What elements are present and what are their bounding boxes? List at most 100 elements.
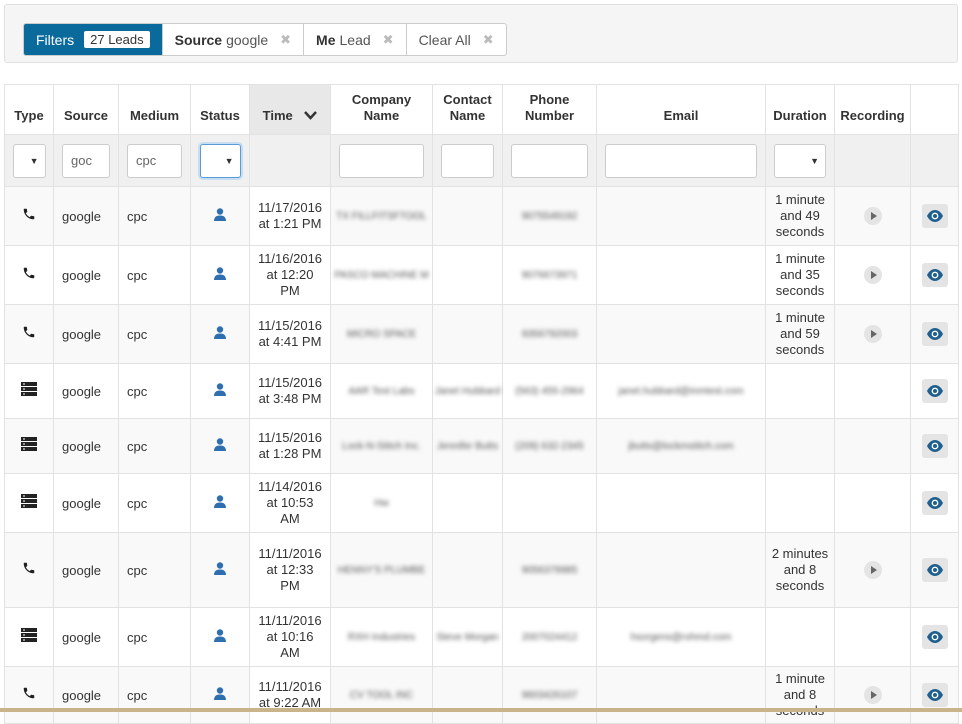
col-time-label: Time <box>262 108 293 123</box>
type-cell <box>4 532 54 608</box>
col-recording[interactable]: Recording <box>834 84 911 135</box>
col-status[interactable]: Status <box>190 84 250 135</box>
person-icon[interactable] <box>214 561 226 579</box>
company-cell: Lock-N-Stitch Inc. <box>330 418 433 474</box>
contact-filter-input[interactable] <box>441 143 494 178</box>
contact-cell <box>432 473 503 533</box>
time-cell: 11/11/2016 at 10:16 AM <box>249 607 331 667</box>
phone-cell: 9603426107 <box>502 666 597 724</box>
phone-filter-input[interactable] <box>511 143 588 178</box>
type-cell <box>4 304 54 364</box>
table-row[interactable]: google cpc 11/11/2016 at 10:16 AM RXH Indus… <box>4 607 959 667</box>
form-icon <box>21 437 37 455</box>
table-row[interactable]: google cpc 11/17/2016 at 1:21 PM TX FILLFIT… <box>4 186 959 246</box>
view-eye-icon[interactable] <box>921 625 948 649</box>
person-icon[interactable] <box>214 325 226 343</box>
medium-filter-input[interactable] <box>127 143 182 178</box>
actions-cell <box>910 245 959 305</box>
source-cell: google <box>53 666 119 724</box>
status-cell <box>190 186 250 246</box>
phone-cell: 9075549192 <box>502 186 597 246</box>
remove-chip-icon[interactable]: ✖ <box>383 32 394 48</box>
filter-chip-me[interactable]: Me Lead ✖ <box>303 24 406 55</box>
view-eye-icon[interactable] <box>921 204 948 228</box>
col-type[interactable]: Type <box>4 84 54 135</box>
view-eye-icon[interactable] <box>921 379 948 403</box>
view-eye-icon[interactable] <box>921 558 948 582</box>
col-company[interactable]: Company Name <box>330 84 433 135</box>
col-duration[interactable]: Duration <box>765 84 835 135</box>
play-icon[interactable] <box>863 686 882 704</box>
remove-chip-icon[interactable]: ✖ <box>280 32 291 48</box>
clear-all-button[interactable]: Clear All ✖ <box>405 24 506 55</box>
duration-cell <box>765 607 835 667</box>
type-filter-select[interactable]: ▼ <box>12 143 46 178</box>
actions-cell <box>910 666 959 724</box>
table-row[interactable]: google cpc 11/16/2016 at 12:20 PM PASCO MAC… <box>4 245 959 305</box>
view-eye-icon[interactable] <box>921 491 948 515</box>
person-icon[interactable] <box>214 382 226 400</box>
person-icon[interactable] <box>214 628 226 646</box>
source-filter-input[interactable] <box>62 143 110 178</box>
filters-button[interactable]: Filters 27 Leads <box>24 24 162 55</box>
table-row[interactable]: google cpc 11/15/2016 at 4:41 PM MICRO SPAC… <box>4 304 959 364</box>
view-eye-icon[interactable] <box>921 322 948 346</box>
caret-down-icon: ▼ <box>29 155 39 166</box>
contact-name: Steve Morgan <box>436 632 499 643</box>
table-row[interactable]: google cpc 11/11/2016 at 12:33 PM HENNY'S P… <box>4 532 959 608</box>
time-cell: 11/11/2016 at 12:33 PM <box>249 532 331 608</box>
email-filter-input[interactable] <box>605 143 757 178</box>
phone-icon <box>22 207 36 225</box>
col-medium[interactable]: Medium <box>118 84 191 135</box>
person-icon[interactable] <box>214 207 226 225</box>
actions-cell <box>910 418 959 474</box>
chip-value: Lead <box>339 31 371 48</box>
header-row: Type Source Medium Status Time Company N… <box>4 84 959 135</box>
time-cell: 11/17/2016 at 1:21 PM <box>249 186 331 246</box>
person-icon[interactable] <box>214 266 226 284</box>
company-cell: CV TOOL INC <box>330 666 433 724</box>
type-cell <box>4 363 54 419</box>
col-source[interactable]: Source <box>53 84 119 135</box>
filter-chip-source[interactable]: Source google ✖ <box>161 24 303 55</box>
sort-chevron-down-icon[interactable] <box>304 108 318 124</box>
person-icon[interactable] <box>214 494 226 512</box>
source-cell: google <box>53 532 119 608</box>
play-icon[interactable] <box>863 325 882 343</box>
phone-icon <box>22 325 36 343</box>
company-cell: TX FILLFITSFTOOL <box>330 186 433 246</box>
table-row[interactable]: google cpc 11/11/2016 at 9:22 AM CV TOOL IN… <box>4 666 959 724</box>
col-phone[interactable]: Phone Number <box>502 84 597 135</box>
company-filter-input[interactable] <box>339 143 424 178</box>
person-icon[interactable] <box>214 437 226 455</box>
contact-cell: Janet Hubbard <box>432 363 503 419</box>
actions-cell <box>910 363 959 419</box>
person-icon[interactable] <box>214 686 226 704</box>
col-email[interactable]: Email <box>596 84 766 135</box>
view-eye-icon[interactable] <box>921 263 948 287</box>
table-row[interactable]: google cpc 11/15/2016 at 1:28 PM Lock-N-Sti… <box>4 418 959 474</box>
play-icon[interactable] <box>863 561 882 579</box>
actions-cell <box>910 186 959 246</box>
status-filter-select[interactable]: ▼ <box>199 143 241 178</box>
filter-bar: Filters 27 Leads Source google ✖ Me Lead… <box>4 4 958 63</box>
phone-number: (209) 632-2345 <box>515 441 584 452</box>
caret-down-icon: ▼ <box>224 155 234 166</box>
play-icon[interactable] <box>863 266 882 284</box>
view-eye-icon[interactable] <box>921 683 948 707</box>
source-cell: google <box>53 473 119 533</box>
contact-name: Janet Hubbard <box>434 386 501 397</box>
table-row[interactable]: google cpc 11/14/2016 at 10:53 AM Hw <box>4 473 959 533</box>
type-cell <box>4 607 54 667</box>
col-contact[interactable]: Contact Name <box>432 84 503 135</box>
duration-filter-select[interactable]: ▼ <box>774 143 826 178</box>
filter-row: ▼ ▼ ▼ <box>4 134 959 187</box>
view-eye-icon[interactable] <box>921 434 948 458</box>
email-address: janet.hubbard@inmtest.com <box>618 386 744 397</box>
col-time[interactable]: Time <box>249 84 331 135</box>
medium-cell: cpc <box>118 532 191 608</box>
company-name: CV TOOL INC <box>349 690 414 701</box>
play-icon[interactable] <box>863 207 882 225</box>
recording-cell <box>834 532 911 608</box>
table-row[interactable]: google cpc 11/15/2016 at 3:48 PM AAR Test L… <box>4 363 959 419</box>
